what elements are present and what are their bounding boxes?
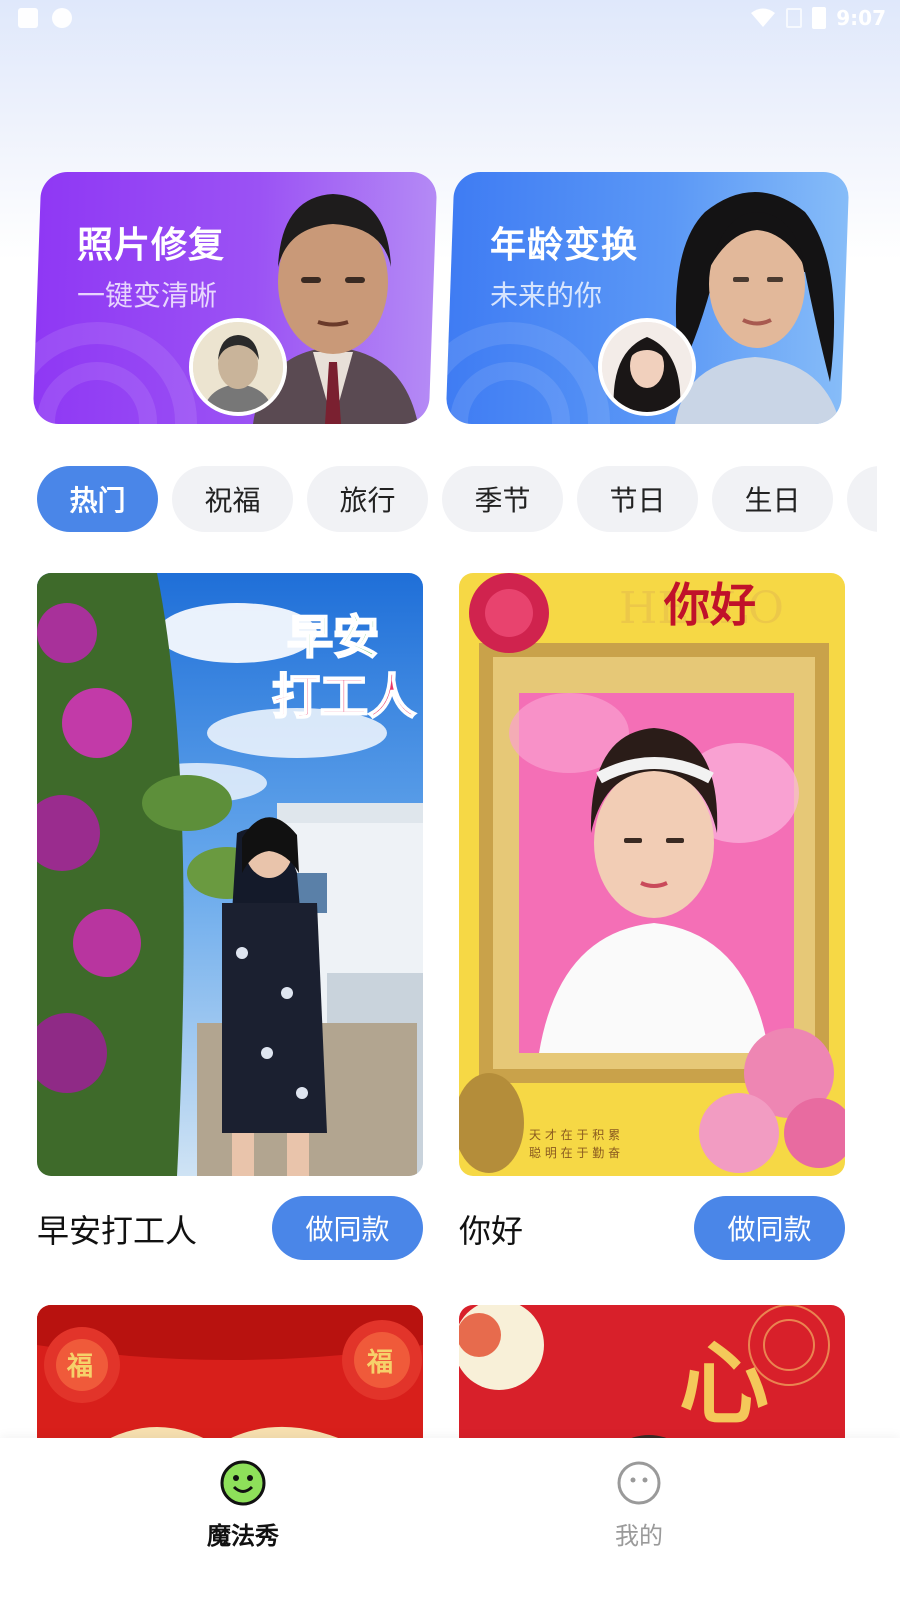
template-title: 早安打工人 (37, 1212, 198, 1250)
card-overlay-text: 你好 (663, 578, 756, 632)
tab-more-partial[interactable] (847, 466, 877, 532)
category-tabs: 热门 祝福 旅行 季节 节日 生日 (37, 466, 877, 532)
bottom-navigation: 魔法秀 我的 (0, 1438, 900, 1600)
wifi-icon (751, 8, 776, 27)
tab-festival[interactable]: 节日 (577, 466, 698, 532)
profile-face-icon (617, 1461, 661, 1505)
svg-text:聪 明 在 于 勤 奋: 聪 明 在 于 勤 奋 (529, 1146, 620, 1160)
card-overlay-text: 打工人 (272, 669, 416, 725)
nav-magic-show[interactable]: 魔法秀 (163, 1460, 323, 1551)
tab-travel[interactable]: 旅行 (307, 466, 428, 532)
card-overlay-text: 福 (66, 1352, 93, 1382)
young-woman-thumbnail (598, 318, 696, 416)
card-overlay-text: 心 (679, 1331, 769, 1437)
nav-mine[interactable]: 我的 (559, 1460, 719, 1551)
tab-season[interactable]: 季节 (442, 466, 563, 532)
notification-icon (18, 8, 38, 28)
sync-icon (52, 8, 72, 28)
battery-icon (812, 7, 827, 29)
tab-hot[interactable]: 热门 (37, 466, 158, 532)
feature-card-photo-repair[interactable]: 照片修复 一键变清晰 (32, 172, 438, 424)
svg-text:天 才 在 于 积 累: 天 才 在 于 积 累 (529, 1128, 620, 1142)
card-overlay-text: 早安 (287, 610, 379, 664)
sim-icon (786, 8, 803, 28)
smile-face-icon (220, 1460, 266, 1506)
tab-birthday[interactable]: 生日 (712, 466, 833, 532)
status-time: 9:07 (836, 6, 886, 30)
make-same-button[interactable]: 做同款 (694, 1196, 845, 1260)
template-card[interactable]: 早安 打工人 早安打工人 做同款 (37, 573, 423, 1266)
feature-title: 照片修复 (77, 225, 226, 266)
template-image-morning-worker[interactable]: 早安 打工人 (37, 573, 423, 1176)
feature-card-age-change[interactable]: 年龄变换 未来的你 (445, 172, 850, 424)
template-image-hello[interactable]: HELLO 你好 天 才 在 于 积 累 聪 明 在 于 勤 奋 (459, 573, 845, 1176)
template-title: 你好 (459, 1212, 524, 1250)
svg-text:福: 福 (366, 1348, 393, 1378)
template-card[interactable]: HELLO 你好 天 才 在 于 积 累 聪 明 在 于 勤 奋 你好 做同款 (459, 573, 845, 1266)
feature-subtitle: 一键变清晰 (77, 279, 218, 312)
tab-blessing[interactable]: 祝福 (172, 466, 293, 532)
status-bar: 9:07 (0, 0, 900, 40)
nav-label: 我的 (615, 1522, 663, 1550)
feature-title: 年龄变换 (490, 225, 639, 266)
old-photo-thumbnail (189, 318, 287, 416)
nav-label: 魔法秀 (207, 1522, 279, 1550)
feature-subtitle: 未来的你 (490, 279, 603, 312)
make-same-button[interactable]: 做同款 (272, 1196, 423, 1260)
